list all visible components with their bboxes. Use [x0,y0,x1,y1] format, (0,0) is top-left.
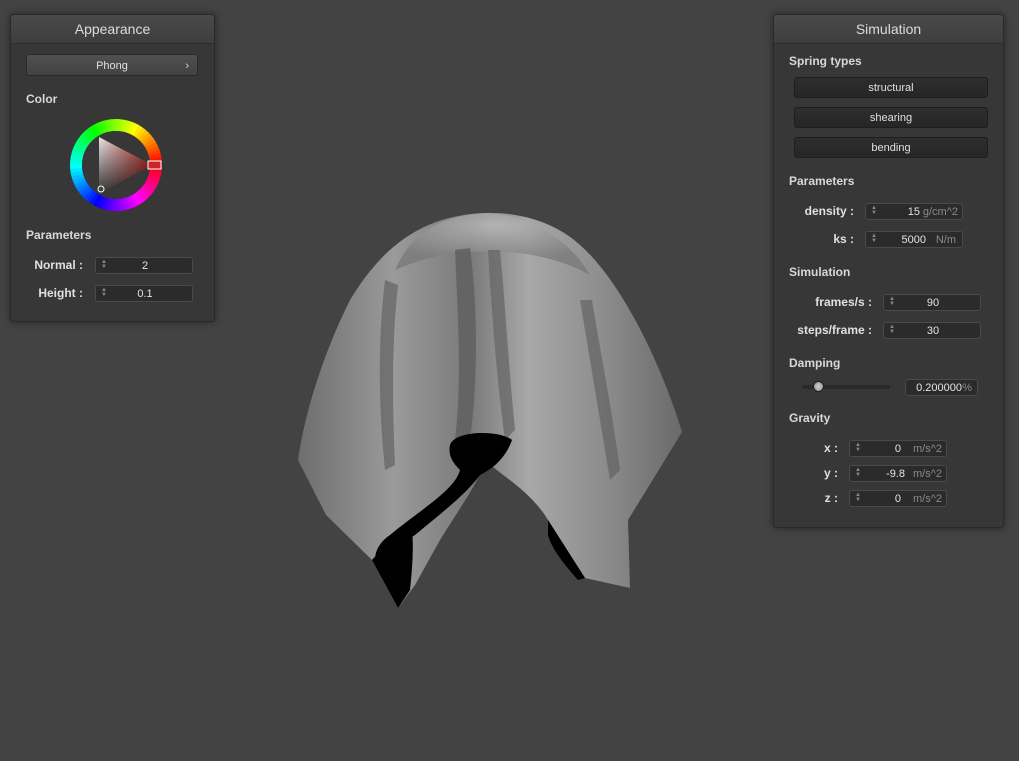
appearance-parameters-label: Parameters [26,228,92,242]
shader-dropdown[interactable]: Phong › [26,54,198,76]
ks-value: 5000 [901,234,926,246]
gravity-x-value: 0 [894,443,901,455]
structural-button[interactable]: structural [794,77,988,98]
frames-value: 90 [926,297,940,309]
normal-label: Normal : [34,258,83,272]
normal-value: 2 [141,260,149,272]
steps-value: 30 [926,325,940,337]
spin-arrows-icon[interactable]: ▲ ▼ [855,467,862,479]
gravity-z-label: z : [824,491,838,505]
gravity-x-field[interactable]: ▲ ▼ 0 m/s^2 [849,440,947,457]
gravity-z-value: 0 [894,493,901,505]
simulation-section-label: Simulation [789,265,851,279]
gravity-y-label: y : [823,466,838,480]
density-value: 15 [907,206,920,218]
gravity-y-field[interactable]: ▲ ▼ -9.8 m/s^2 [849,465,947,482]
frames-label: frames/s : [815,295,872,309]
ks-field[interactable]: ▲ ▼ 5000 N/m [865,231,963,248]
spring-types-label: Spring types [789,54,862,68]
height-field[interactable]: ▲ ▼ 0.1 [95,285,193,302]
damping-label: Damping [789,356,841,370]
gravity-label: Gravity [789,411,831,425]
spin-arrows-icon[interactable]: ▲ ▼ [855,442,862,454]
simulation-panel: Simulation Spring types structural shear… [773,14,1004,528]
hue-marker[interactable] [147,160,162,170]
gravity-x-unit: m/s^2 [913,443,942,455]
cloth-mesh [298,212,682,608]
frames-field[interactable]: ▲ ▼ 90 [883,294,981,311]
normal-field[interactable]: ▲ ▼ 2 [95,257,193,274]
damping-field[interactable]: 0.200000 % [905,379,978,396]
height-value: 0.1 [137,288,153,300]
shader-selected: Phong [96,60,128,72]
appearance-title: Appearance [11,15,214,44]
gravity-x-label: x : [823,441,838,455]
density-label: density : [804,204,854,218]
spin-arrows-icon[interactable]: ▲ ▼ [871,205,878,217]
simulation-title: Simulation [774,15,1003,44]
parameters-label: Parameters [789,174,855,188]
steps-field[interactable]: ▲ ▼ 30 [883,322,981,339]
bending-button[interactable]: bending [794,137,988,158]
density-unit: g/cm^2 [922,206,958,218]
shearing-button[interactable]: shearing [794,107,988,128]
spin-arrows-icon[interactable]: ▲ ▼ [871,233,878,245]
steps-label: steps/frame : [797,323,872,337]
appearance-panel: Appearance Phong › Color Parameters Norm… [10,14,215,322]
color-wheel[interactable] [68,117,164,213]
gravity-y-value: -9.8 [886,468,905,480]
spin-arrows-icon[interactable]: ▲ ▼ [855,492,862,504]
damping-slider-knob[interactable] [813,381,825,392]
gravity-y-unit: m/s^2 [913,468,942,480]
chevron-right-icon: › [185,60,189,72]
damping-value: 0.200000 [916,382,962,394]
gravity-z-unit: m/s^2 [913,493,942,505]
height-label: Height : [38,286,83,300]
color-label: Color [26,92,58,106]
damping-unit: % [962,382,972,394]
density-field[interactable]: ▲ ▼ 15 g/cm^2 [865,203,963,220]
ks-label: ks : [833,232,854,246]
gravity-z-field[interactable]: ▲ ▼ 0 m/s^2 [849,490,947,507]
ks-unit: N/m [935,234,956,246]
